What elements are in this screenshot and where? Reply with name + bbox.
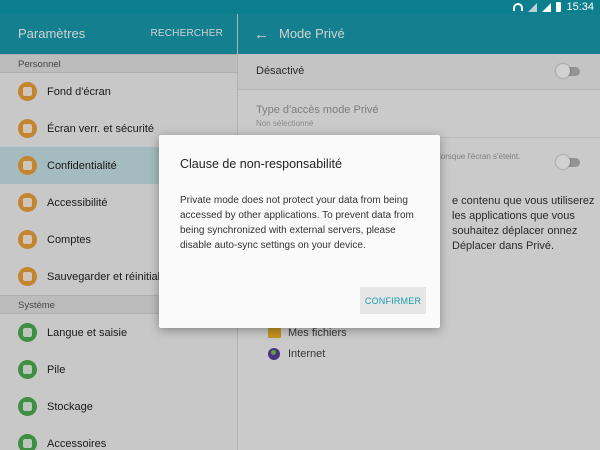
- wifi-icon: [513, 3, 524, 11]
- dialog-message: Private mode does not protect your data …: [180, 195, 414, 251]
- status-icons: 15:34: [513, 1, 594, 13]
- confirm-button[interactable]: CONFIRMER: [360, 287, 426, 314]
- dialog-title: Clause de non-responsabilité: [180, 157, 342, 171]
- signal-icon: [542, 2, 552, 12]
- status-clock: 15:34: [566, 1, 594, 13]
- battery-status-icon: [556, 2, 562, 12]
- disclaimer-dialog: Clause de non-responsabilité Private mod…: [159, 135, 440, 328]
- sim-signal-icon: [528, 2, 538, 12]
- status-bar: 15:34: [0, 0, 600, 14]
